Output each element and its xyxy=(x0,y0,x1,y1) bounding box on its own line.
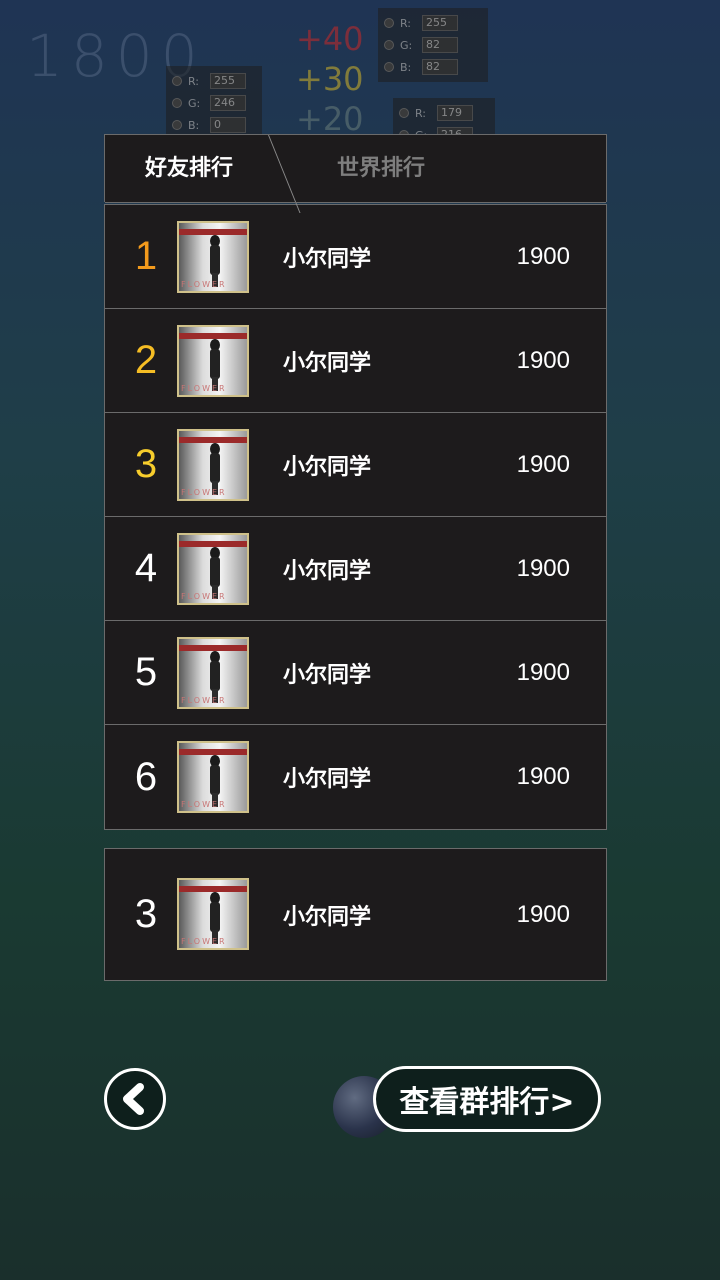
leaderboard-panel: 好友排行 世界排行 1 FLOWER 小尔同学 1900 2 FLOWER 小尔… xyxy=(104,134,607,830)
my-player-name: 小尔同学 xyxy=(283,904,372,930)
tab-friends-ranking[interactable]: 好友排行 xyxy=(105,135,273,203)
player-score: 1900 xyxy=(516,242,570,270)
player-score: 1900 xyxy=(516,658,570,686)
rgb-panel-red: R: 255 G: 82 B: 82 xyxy=(378,8,488,82)
my-ranking-panel: 3 FLOWER 小尔同学 1900 xyxy=(104,848,607,981)
avatar-caption: FLOWER xyxy=(181,800,227,809)
ranking-row[interactable]: 1 FLOWER 小尔同学 1900 xyxy=(105,205,606,309)
avatar-caption: FLOWER xyxy=(181,488,227,497)
radio-dot-icon xyxy=(384,18,394,28)
avatar-caption: FLOWER xyxy=(181,384,227,393)
radio-dot-icon xyxy=(384,62,394,72)
player-name: 小尔同学 xyxy=(283,767,372,792)
ranking-row[interactable]: 5 FLOWER 小尔同学 1900 xyxy=(105,621,606,725)
radio-dot-icon xyxy=(172,98,182,108)
player-name: 小尔同学 xyxy=(283,558,372,584)
radio-dot-icon xyxy=(399,108,409,118)
ranking-list: 1 FLOWER 小尔同学 1900 2 FLOWER 小尔同学 1900 3 … xyxy=(104,204,607,830)
avatar: FLOWER xyxy=(177,637,249,709)
avatar: FLOWER xyxy=(177,533,249,605)
view-group-ranking-button[interactable]: 查看群排行> xyxy=(373,1066,601,1132)
radio-dot-icon xyxy=(172,76,182,86)
avatar: FLOWER xyxy=(177,741,249,813)
player-score: 1900 xyxy=(516,763,570,790)
avatar: FLOWER xyxy=(177,429,249,501)
player-name: 小尔同学 xyxy=(283,454,372,480)
tab-world-ranking[interactable]: 世界排行 xyxy=(283,135,479,203)
avatar-caption: FLOWER xyxy=(181,696,227,705)
rank-number: 3 xyxy=(134,442,158,486)
tabs-underline xyxy=(105,202,606,203)
floating-points-20: +20 xyxy=(296,100,364,138)
avatar-caption: FLOWER xyxy=(181,592,227,601)
avatar: FLOWER xyxy=(177,325,249,397)
radio-dot-icon xyxy=(172,120,182,130)
ranking-row[interactable]: 3 FLOWER 小尔同学 1900 xyxy=(105,413,606,517)
player-score: 1900 xyxy=(516,346,570,374)
ranking-row[interactable]: 6 FLOWER 小尔同学 1900 xyxy=(105,725,606,829)
rank-number: 5 xyxy=(134,650,158,694)
player-name: 小尔同学 xyxy=(283,662,372,688)
avatar-caption: FLOWER xyxy=(181,937,227,946)
rank-number: 4 xyxy=(134,546,158,590)
ranking-row[interactable]: 4 FLOWER 小尔同学 1900 xyxy=(105,517,606,621)
rgb-panel-yellow: R: 255 G: 246 B: 0 xyxy=(166,66,262,140)
floating-points-40: +40 xyxy=(296,20,364,58)
player-name: 小尔同学 xyxy=(283,350,372,376)
my-ranking-row[interactable]: 3 FLOWER 小尔同学 1900 xyxy=(105,849,606,980)
avatar: FLOWER xyxy=(177,221,249,293)
my-rank-number: 3 xyxy=(134,892,158,936)
rank-number: 2 xyxy=(134,338,158,382)
back-button[interactable] xyxy=(104,1068,166,1130)
ranking-row[interactable]: 2 FLOWER 小尔同学 1900 xyxy=(105,309,606,413)
my-player-score: 1900 xyxy=(516,900,570,928)
rank-number: 6 xyxy=(134,754,158,799)
avatar-caption: FLOWER xyxy=(181,280,227,289)
my-avatar: FLOWER xyxy=(177,878,249,950)
player-score: 1900 xyxy=(516,554,570,582)
floating-points-30: +30 xyxy=(296,60,364,98)
rank-number: 1 xyxy=(134,234,158,278)
player-score: 1900 xyxy=(516,450,570,478)
ranking-tabs: 好友排行 世界排行 xyxy=(104,134,607,213)
radio-dot-icon xyxy=(384,40,394,50)
player-name: 小尔同学 xyxy=(283,246,372,272)
chevron-left-icon xyxy=(123,1083,144,1115)
